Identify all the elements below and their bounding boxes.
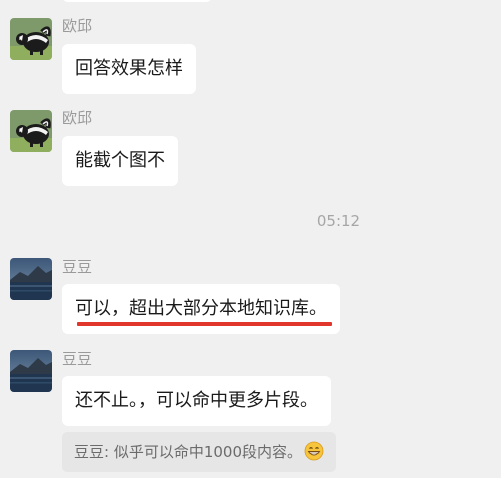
quoted-message[interactable]: 豆豆: 似乎可以命中1000段内容。 — [62, 432, 336, 472]
sender-name: 豆豆 — [62, 258, 93, 276]
message-bubble[interactable]: 回答效果怎样 — [62, 44, 196, 94]
chat-timestamp: 05:12 — [316, 212, 361, 230]
previous-message-bubble[interactable] — [62, 0, 212, 2]
message-text: 可以，超出大部分本地知识库。 — [75, 298, 327, 319]
sender-name: 欧邱 — [62, 17, 93, 35]
message-bubble[interactable]: 能截个图不 — [62, 136, 178, 186]
message-bubble[interactable]: 还不止。，可以命中更多片段。 — [62, 376, 331, 426]
avatar-doudou[interactable] — [10, 350, 52, 392]
sender-name: 豆豆 — [62, 350, 93, 368]
message-text: 还不止。，可以命中更多片段。 — [75, 390, 318, 411]
message-bubble[interactable]: 可以，超出大部分本地知识库。 — [62, 284, 340, 334]
skunk-avatar-image — [10, 110, 52, 152]
avatar-doudou[interactable] — [10, 258, 52, 300]
sender-name: 欧邱 — [62, 109, 93, 127]
message-text: 回答效果怎样 — [75, 58, 183, 79]
quoted-text: 豆豆: 似乎可以命中1000段内容。 — [74, 443, 302, 461]
lake-avatar-image — [10, 350, 52, 392]
lake-avatar-image — [10, 258, 52, 300]
message-text: 能截个图不 — [75, 150, 165, 171]
red-underline-annotation — [77, 322, 332, 326]
avatar-ouqiu[interactable] — [10, 110, 52, 152]
avatar-ouqiu[interactable] — [10, 18, 52, 60]
grinning-face-emoji-icon — [304, 441, 324, 461]
skunk-avatar-image — [10, 18, 52, 60]
